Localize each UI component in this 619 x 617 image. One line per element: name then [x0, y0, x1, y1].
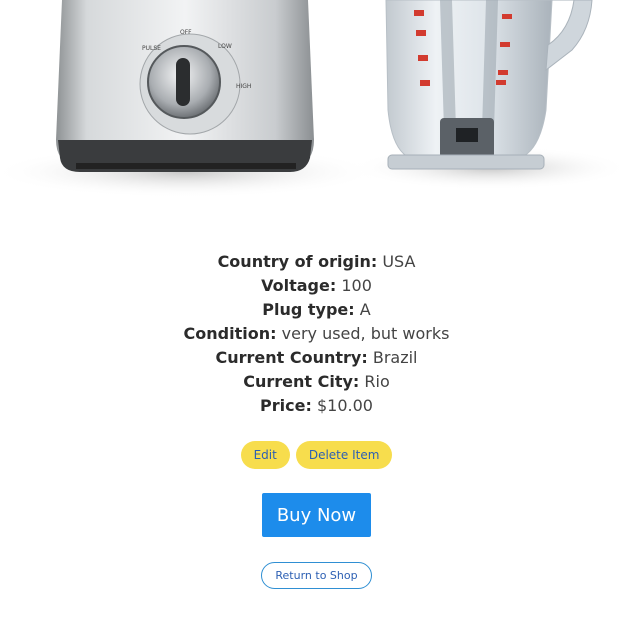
detail-condition: Condition: very used, but works	[0, 322, 619, 346]
detail-plug-type: Plug type: A	[0, 298, 619, 322]
product-details: Country of origin: USA Voltage: 100 Plug…	[0, 250, 619, 418]
dial-label-high: HIGH	[236, 83, 251, 90]
detail-value: $10.00	[316, 396, 373, 415]
product-image: PULSE OFF LOW HIGH	[0, 0, 619, 215]
blender-jug-illustration	[385, 0, 593, 170]
detail-voltage: Voltage: 100	[0, 274, 619, 298]
detail-value: A	[359, 300, 371, 319]
buy-now-button[interactable]: Buy Now	[262, 493, 371, 537]
item-actions: Edit Delete Item	[0, 441, 619, 469]
detail-label: Voltage:	[261, 276, 337, 295]
detail-value: 100	[341, 276, 372, 295]
detail-current-city: Current City: Rio	[0, 370, 619, 394]
return-to-shop-button[interactable]: Return to Shop	[261, 562, 372, 589]
detail-value: USA	[382, 252, 416, 271]
dial-label-low: LOW	[218, 43, 232, 50]
detail-label: Price:	[260, 396, 312, 415]
processor-base-illustration: PULSE OFF LOW HIGH	[56, 0, 314, 172]
detail-country-of-origin: Country of origin: USA	[0, 250, 619, 274]
detail-label: Current Country:	[215, 348, 368, 367]
detail-label: Current City:	[243, 372, 360, 391]
dial-label-pulse: PULSE	[142, 45, 161, 52]
delete-item-button[interactable]: Delete Item	[295, 441, 393, 469]
dial-label-off: OFF	[180, 29, 192, 36]
detail-label: Condition:	[183, 324, 277, 343]
detail-value: Rio	[364, 372, 390, 391]
detail-label: Plug type:	[262, 300, 355, 319]
detail-value: Brazil	[372, 348, 418, 367]
detail-price: Price: $10.00	[0, 394, 619, 418]
detail-value: very used, but works	[281, 324, 450, 343]
detail-label: Country of origin:	[217, 252, 378, 271]
edit-button[interactable]: Edit	[240, 441, 290, 469]
detail-current-country: Current Country: Brazil	[0, 346, 619, 370]
